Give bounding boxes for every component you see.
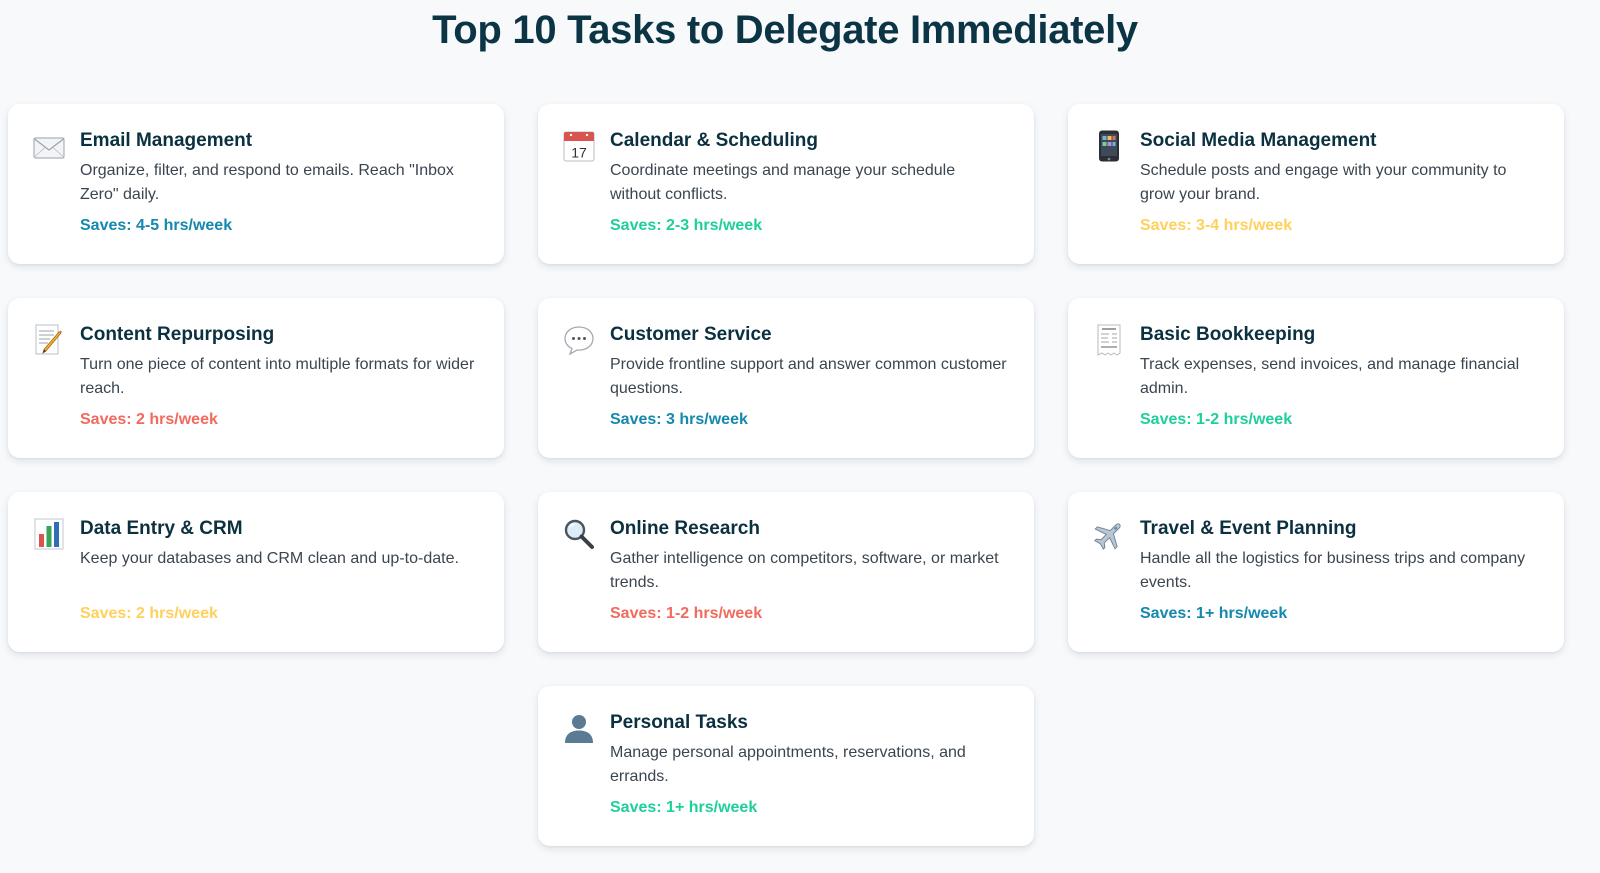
- card-description: Schedule posts and engage with your comm…: [1140, 162, 1507, 203]
- card-time-saved: Saves: 3 hrs/week: [610, 411, 748, 428]
- card-time-saved: Saves: 2 hrs/week: [80, 605, 218, 622]
- mobile-phone-icon: [1092, 130, 1126, 164]
- card-description: Keep your databases and CRM clean and up…: [80, 550, 459, 567]
- card-time-saved: Saves: 1-2 hrs/week: [1140, 411, 1293, 428]
- bar-chart-icon: [32, 518, 66, 552]
- task-card-customer-service[interactable]: Customer Service Provide frontline suppo…: [538, 298, 1034, 458]
- card-time-saved: Saves: 3-4 hrs/week: [1140, 217, 1293, 234]
- task-card-online-research[interactable]: Online Research Gather intelligence on c…: [538, 492, 1034, 652]
- card-title: Travel & Event Planning: [1140, 518, 1357, 539]
- receipt-icon: [1092, 324, 1126, 358]
- magnifying-glass-icon: [562, 518, 596, 552]
- card-time-saved: Saves: 1-2 hrs/week: [610, 605, 763, 622]
- task-card-basic-bookkeeping[interactable]: Basic Bookkeeping Track expenses, send i…: [1068, 298, 1564, 458]
- task-card-calendar-scheduling[interactable]: 17 Calendar & Scheduling Coordinate meet…: [538, 104, 1034, 264]
- card-title: Customer Service: [610, 324, 772, 345]
- card-title: Personal Tasks: [610, 712, 749, 733]
- task-card-email-management[interactable]: Email Management Organize, filter, and r…: [8, 104, 504, 264]
- card-title: Basic Bookkeeping: [1140, 324, 1316, 345]
- page-title: Top 10 Tasks to Delegate Immediately: [432, 8, 1138, 52]
- airplane-icon: [1092, 518, 1126, 552]
- card-title: Online Research: [610, 518, 760, 539]
- envelope-icon: [32, 130, 66, 164]
- card-time-saved: Saves: 4-5 hrs/week: [80, 217, 233, 234]
- calendar-icon: 17: [562, 130, 596, 164]
- svg-text:17: 17: [571, 145, 587, 161]
- task-card-personal-tasks[interactable]: Personal Tasks Manage personal appointme…: [538, 686, 1034, 846]
- card-title: Calendar & Scheduling: [610, 130, 818, 151]
- memo-icon: [32, 324, 66, 358]
- task-card-travel-event-planning[interactable]: Travel & Event Planning Handle all the l…: [1068, 492, 1564, 652]
- card-title: Email Management: [80, 130, 253, 151]
- card-title: Data Entry & CRM: [80, 518, 243, 539]
- card-title: Content Repurposing: [80, 324, 275, 345]
- person-silhouette-icon: [562, 712, 596, 746]
- card-description: Organize, filter, and respond to emails.…: [80, 162, 454, 203]
- task-grid: Email Management Organize, filter, and r…: [8, 104, 1568, 846]
- card-description: Track expenses, send invoices, and manag…: [1140, 356, 1520, 397]
- card-time-saved: Saves: 2-3 hrs/week: [610, 217, 763, 234]
- card-title: Social Media Management: [1140, 130, 1377, 151]
- card-description: Handle all the logistics for business tr…: [1140, 550, 1526, 591]
- card-description: Provide frontline support and answer com…: [610, 356, 1007, 397]
- card-time-saved: Saves: 1+ hrs/week: [1140, 605, 1288, 622]
- task-card-data-entry-crm[interactable]: Data Entry & CRM Keep your databases and…: [8, 492, 504, 652]
- card-description: Manage personal appointments, reservatio…: [610, 744, 966, 785]
- task-card-content-repurposing[interactable]: Content Repurposing Turn one piece of co…: [8, 298, 504, 458]
- speech-bubble-icon: [562, 324, 596, 358]
- card-time-saved: Saves: 2 hrs/week: [80, 411, 218, 428]
- card-description: Coordinate meetings and manage your sche…: [610, 162, 956, 203]
- task-card-social-media-management[interactable]: Social Media Management Schedule posts a…: [1068, 104, 1564, 264]
- card-description: Gather intelligence on competitors, soft…: [610, 550, 999, 591]
- card-description: Turn one piece of content into multiple …: [80, 356, 475, 397]
- card-time-saved: Saves: 1+ hrs/week: [610, 799, 758, 816]
